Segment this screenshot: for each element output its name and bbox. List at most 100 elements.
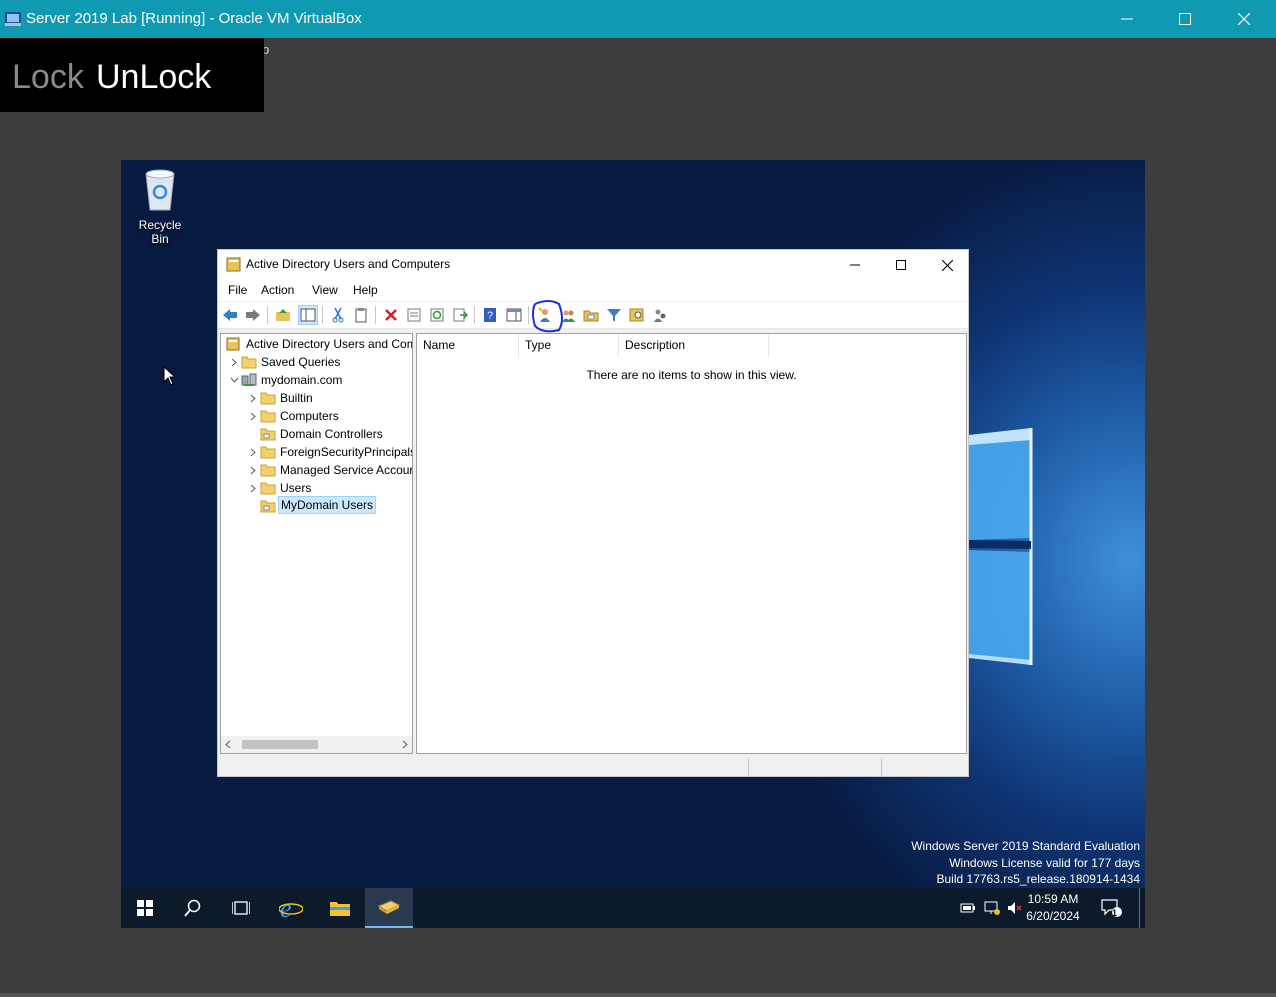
minimize-icon [1121, 18, 1133, 20]
chevron-right-icon[interactable] [246, 479, 260, 497]
details-list-pane[interactable]: Name Type Description There are no items… [416, 333, 967, 754]
scroll-right-icon[interactable] [402, 740, 408, 749]
power-tray-button[interactable] [957, 888, 979, 928]
tree-item-label: Domain Controllers [280, 427, 383, 441]
aduc-window-title: Active Directory Users and Computers [246, 257, 451, 271]
lock-unlock-overlay: Lock UnLock [0, 38, 264, 112]
menu-help[interactable]: Help [353, 283, 378, 297]
tree-item-label: mydomain.com [261, 373, 343, 387]
column-header-name[interactable]: Name [417, 334, 519, 357]
svg-text:e: e [280, 896, 292, 920]
forward-button[interactable] [243, 305, 263, 325]
aduc-app-icon [226, 257, 241, 272]
host-close-button[interactable] [1215, 0, 1273, 38]
chevron-right-icon[interactable] [227, 353, 241, 371]
menu-view[interactable]: View [312, 283, 338, 297]
delete-button[interactable] [381, 305, 401, 325]
aduc-close-button[interactable] [924, 250, 970, 280]
clock-time: 10:59 AM [1027, 892, 1079, 906]
task-view-button[interactable] [217, 888, 265, 928]
export-list-icon [453, 308, 468, 322]
tree-item-label: Managed Service Accour [280, 463, 413, 477]
up-level-button[interactable] [273, 305, 293, 325]
forward-icon [246, 309, 260, 321]
show-action-pane-button[interactable] [504, 305, 524, 325]
chevron-right-icon[interactable] [246, 389, 260, 407]
up-level-icon [276, 309, 290, 321]
host-maximize-button[interactable] [1156, 0, 1214, 38]
tree-item-label-selected: MyDomain Users [278, 496, 377, 514]
aduc-root-icon [226, 337, 240, 351]
export-list-button[interactable] [450, 305, 470, 325]
internet-explorer-button[interactable]: e [267, 888, 315, 928]
scrollbar-thumb[interactable] [242, 740, 318, 749]
menu-file[interactable]: File [228, 283, 247, 297]
chevron-right-icon[interactable] [246, 461, 260, 479]
domain-icon [241, 373, 257, 386]
back-button[interactable] [220, 305, 240, 325]
maximize-icon [1179, 13, 1191, 25]
aduc-minimize-button[interactable] [832, 250, 878, 280]
cut-icon [332, 307, 344, 323]
unlock-button[interactable]: UnLock [96, 58, 211, 97]
refresh-button[interactable] [427, 305, 447, 325]
start-button[interactable] [121, 888, 169, 928]
tree-root-label: Active Directory Users and Com [246, 337, 413, 351]
aduc-titlebar: Active Directory Users and Computers [218, 250, 968, 280]
power-icon [960, 903, 975, 913]
add-to-group-button[interactable] [650, 305, 670, 325]
lock-button[interactable]: Lock [12, 58, 84, 97]
recycle-bin[interactable]: Recycle Bin [129, 168, 191, 246]
mouse-cursor-icon [163, 366, 175, 386]
properties-icon [407, 308, 421, 322]
show-desktop-button[interactable] [1139, 888, 1140, 928]
watermark-license: Windows License valid for 177 days [949, 855, 1140, 870]
create-ou-button[interactable] [581, 305, 601, 325]
empty-list-message: There are no items to show in this view. [586, 368, 797, 382]
cut-button[interactable] [328, 305, 348, 325]
column-header-description[interactable]: Description [619, 334, 769, 357]
chevron-down-icon[interactable] [227, 371, 241, 389]
find-button[interactable] [627, 305, 647, 325]
console-tree-pane[interactable]: Active Directory Users and Com Saved Que… [220, 333, 413, 754]
notification-count-badge: 1 [1112, 908, 1118, 918]
show-tree-button[interactable] [298, 305, 318, 325]
start-icon [137, 900, 153, 916]
folder-icon [260, 464, 276, 477]
host-window-title: Server 2019 Lab [Running] - Oracle VM Vi… [26, 10, 362, 27]
help-button[interactable]: ? [480, 305, 500, 325]
chevron-right-icon[interactable] [246, 407, 260, 425]
internet-explorer-icon: e [279, 896, 303, 920]
filter-icon [607, 309, 621, 322]
file-explorer-button[interactable] [316, 888, 364, 928]
filter-button[interactable] [604, 305, 624, 325]
taskbar-clock[interactable]: 10:59 AM 6/20/2024 [1017, 891, 1089, 925]
column-header-type[interactable]: Type [519, 334, 619, 357]
server-manager-taskbar-button[interactable] [365, 888, 413, 928]
host-status-strip [0, 993, 1276, 997]
refresh-icon [430, 308, 444, 322]
minimize-icon [850, 264, 860, 266]
menu-action[interactable]: Action [261, 283, 294, 297]
tree-horizontal-scrollbar[interactable] [221, 736, 412, 753]
search-icon [184, 899, 201, 917]
add-to-group-icon [654, 309, 666, 322]
file-explorer-icon [330, 902, 350, 916]
show-tree-icon [300, 308, 316, 322]
network-tray-button[interactable] [981, 888, 1003, 928]
aduc-maximize-button[interactable] [878, 250, 924, 280]
find-icon [629, 308, 644, 322]
maximize-icon [896, 260, 906, 270]
network-icon [984, 901, 1000, 915]
svg-text:?: ? [487, 310, 493, 322]
search-button[interactable] [169, 888, 217, 928]
host-minimize-button[interactable] [1098, 0, 1156, 38]
tree-item-label: Builtin [280, 391, 313, 405]
copy-button[interactable] [351, 305, 371, 325]
scroll-left-icon[interactable] [225, 740, 231, 749]
action-center-button[interactable]: 1 [1099, 888, 1125, 928]
tree-item-label: Computers [280, 409, 339, 423]
host-titlebar: Server 2019 Lab [Running] - Oracle VM Vi… [0, 0, 1276, 38]
properties-button[interactable] [404, 305, 424, 325]
chevron-right-icon[interactable] [246, 443, 260, 461]
